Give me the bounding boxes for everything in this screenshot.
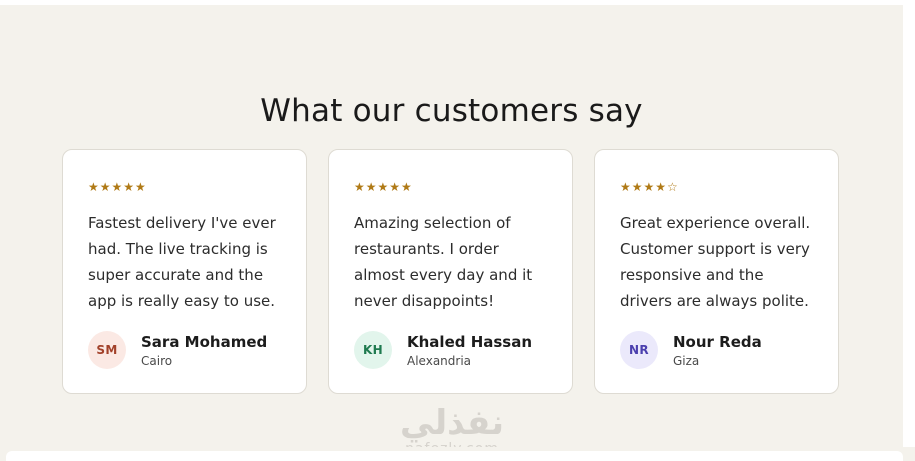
testimonial-text: Great experience overall. Customer suppo… — [620, 214, 811, 310]
testimonial-card: ★★★★☆ Great experience overall. Customer… — [594, 149, 839, 394]
testimonial-text: Amazing selection of restaurants. I orde… — [354, 214, 533, 310]
star-rating: ★★★★☆ — [620, 180, 679, 194]
next-section-top — [6, 451, 903, 461]
testimonial-card: ★★★★★ Fastest delivery I've ever had. Th… — [62, 149, 307, 394]
avatar-initials: SM — [96, 343, 118, 357]
avatar: SM — [88, 331, 126, 369]
testimonial-card: ★★★★★ Amazing selection of restaurants. … — [328, 149, 573, 394]
star-rating: ★★★★★ — [354, 180, 413, 194]
star-rating: ★★★★★ — [88, 180, 147, 194]
testimonials-section: What our customers say ★★★★★ Fastest del… — [0, 5, 903, 457]
customer-name: Khaled Hassan — [407, 333, 533, 351]
testimonial-text: Fastest delivery I've ever had. The live… — [88, 214, 276, 310]
customer-city: Giza — [673, 354, 700, 368]
avatar: NR — [620, 331, 658, 369]
avatar: KH — [354, 331, 392, 369]
watermark-arabic: نفذلي — [400, 403, 505, 443]
avatar-initials: NR — [629, 343, 649, 357]
avatar-initials: KH — [363, 343, 383, 357]
section-title: What our customers say — [260, 92, 643, 129]
customer-city: Alexandria — [407, 354, 472, 368]
customer-name: Sara Mohamed — [141, 333, 268, 351]
customer-name: Nour Reda — [673, 333, 762, 351]
customer-city: Cairo — [141, 354, 173, 368]
